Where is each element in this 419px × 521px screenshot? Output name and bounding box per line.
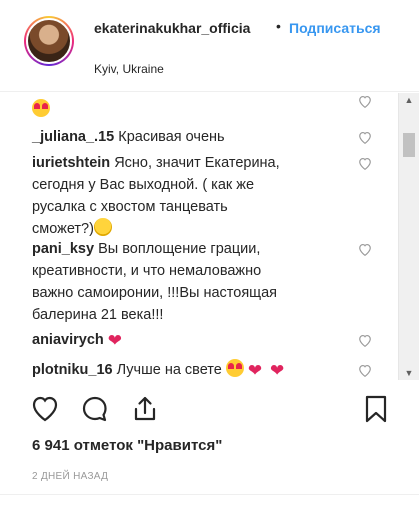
list-item: iurietshtein Ясно, значит Екатерина, сег…: [32, 152, 362, 240]
comment-text-line: балерина 21 века!!!: [32, 307, 164, 323]
like-comment-heart-icon[interactable]: [358, 131, 372, 144]
bookmark-icon[interactable]: [361, 394, 391, 424]
comment-text-line: сегодня у Вас выходной. ( как же: [32, 177, 255, 193]
post-actions-bar: [0, 388, 419, 432]
list-item: aniavirych ❤: [32, 329, 362, 351]
heart-icon[interactable]: [30, 394, 60, 424]
comment-username[interactable]: plotniku_16: [32, 362, 113, 378]
heart-emoji-icon: ❤: [247, 361, 263, 380]
comment-text: Красивая очень: [118, 129, 225, 145]
comment-text-line: Ясно, значит Екатерина,: [114, 155, 280, 171]
separator-dot: •: [276, 18, 281, 34]
share-icon[interactable]: [130, 394, 160, 424]
comment-username[interactable]: pani_ksy: [32, 241, 94, 257]
list-item: [32, 99, 50, 119]
list-item: pani_ksy Вы воплощение грации, креативно…: [32, 238, 362, 326]
username-link[interactable]: ekaterinakukhar_officia: [94, 20, 272, 36]
heart-eyes-emoji-icon: [32, 99, 50, 117]
post-timestamp[interactable]: 2 ДНЕЙ НАЗАД: [32, 471, 108, 482]
scroll-down-arrow-icon[interactable]: ▼: [404, 369, 414, 378]
comment-text-line: русалка с хвостом танцевать: [32, 199, 228, 215]
list-item: _juliana_.15 Красивая очень: [32, 126, 362, 148]
comment-text-line: креативности, и что немаловажно: [32, 263, 262, 279]
likes-count[interactable]: 6 941 отметок "Нравится": [32, 437, 222, 454]
comment-username[interactable]: iurietshtein: [32, 155, 110, 171]
avatar-image: [26, 18, 72, 64]
comment-text: Лучше на свете: [116, 362, 222, 378]
comment-username[interactable]: _juliana_.15: [32, 129, 114, 145]
heart-eyes-emoji-icon: [225, 359, 244, 377]
like-comment-heart-icon[interactable]: [358, 334, 372, 347]
comments-list: _juliana_.15 Красивая очень iurietshtein…: [0, 93, 398, 380]
comment-text-line: важно самоиронии, !!!Вы настоящая: [32, 285, 278, 301]
comment-text-line: Вы воплощение грации,: [98, 241, 261, 257]
smile-emoji-icon: [93, 218, 112, 236]
scroll-up-arrow-icon[interactable]: ▲: [404, 96, 414, 105]
like-comment-heart-icon[interactable]: [358, 95, 372, 108]
like-comment-heart-icon[interactable]: [358, 243, 372, 256]
like-comment-heart-icon[interactable]: [358, 157, 372, 170]
divider: [0, 494, 419, 495]
sparkling-heart-emoji-icon: ❤: [107, 331, 123, 350]
follow-button[interactable]: Подписаться: [289, 20, 387, 36]
comment-username[interactable]: aniavirych: [32, 332, 104, 348]
avatar[interactable]: [24, 16, 74, 66]
like-comment-heart-icon[interactable]: [358, 364, 372, 377]
comment-icon[interactable]: [80, 394, 110, 424]
scrollbar-thumb[interactable]: [403, 133, 415, 157]
location-link[interactable]: Kyiv, Ukraine: [94, 62, 164, 76]
list-item: plotniku_16 Лучше на свете ❤ ❤: [32, 359, 362, 380]
post-header: ekaterinakukhar_officia • Подписаться Ky…: [0, 0, 419, 92]
heart-emoji-icon: ❤: [269, 361, 285, 380]
comments-scrollbar[interactable]: ▲ ▼: [398, 93, 419, 380]
comment-text-line: сможет?): [32, 221, 94, 237]
